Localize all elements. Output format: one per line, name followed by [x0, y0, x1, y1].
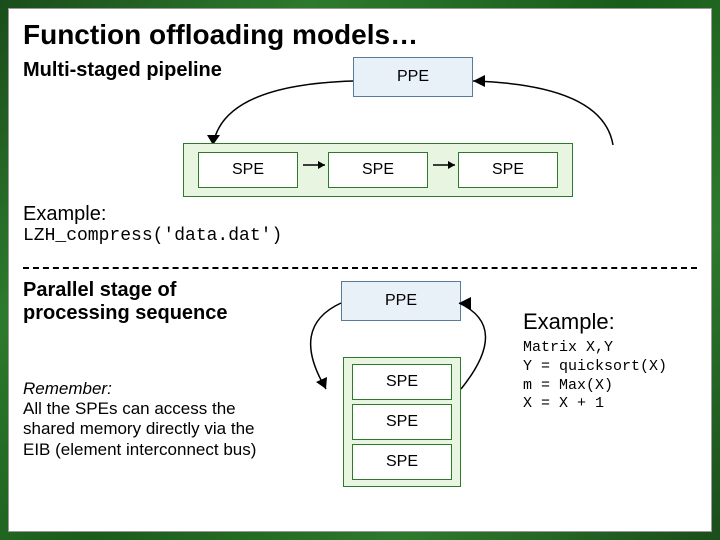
example2-code-line: X = X + 1: [523, 395, 667, 414]
spe-box: SPE: [352, 364, 452, 400]
spe-box: SPE: [328, 152, 428, 188]
remember-text: All the SPEs can access the shared memor…: [23, 399, 273, 460]
arrow-ppe-down: [281, 297, 351, 397]
spe-box: SPE: [352, 404, 452, 440]
ppe-box-1: PPE: [353, 57, 473, 97]
spe-row-1: SPE SPE SPE: [183, 143, 573, 197]
spe-stack-2: SPE SPE SPE: [343, 357, 461, 487]
spe-box: SPE: [458, 152, 558, 188]
example2-code-line: Y = quicksort(X): [523, 358, 667, 377]
remember-label: Remember:: [23, 379, 273, 399]
example1-code: LZH_compress('data.dat'): [23, 226, 282, 246]
slide-title: Function offloading models…: [23, 19, 697, 51]
arrow-spe-2-3: [433, 160, 463, 170]
spe-box: SPE: [352, 444, 452, 480]
example2-code-line: m = Max(X): [523, 377, 667, 396]
example1-label: Example:: [23, 203, 282, 226]
section-divider: [23, 267, 697, 269]
section2-label: Parallel stage of processing sequence: [23, 279, 253, 325]
arrow-spe-up: [451, 297, 521, 397]
arrow-spe-1-2: [303, 160, 333, 170]
ppe-box-2: PPE: [341, 281, 461, 321]
example2-code-line: Matrix X,Y: [523, 339, 667, 358]
example2-label: Example:: [523, 309, 667, 335]
spe-box: SPE: [198, 152, 298, 188]
